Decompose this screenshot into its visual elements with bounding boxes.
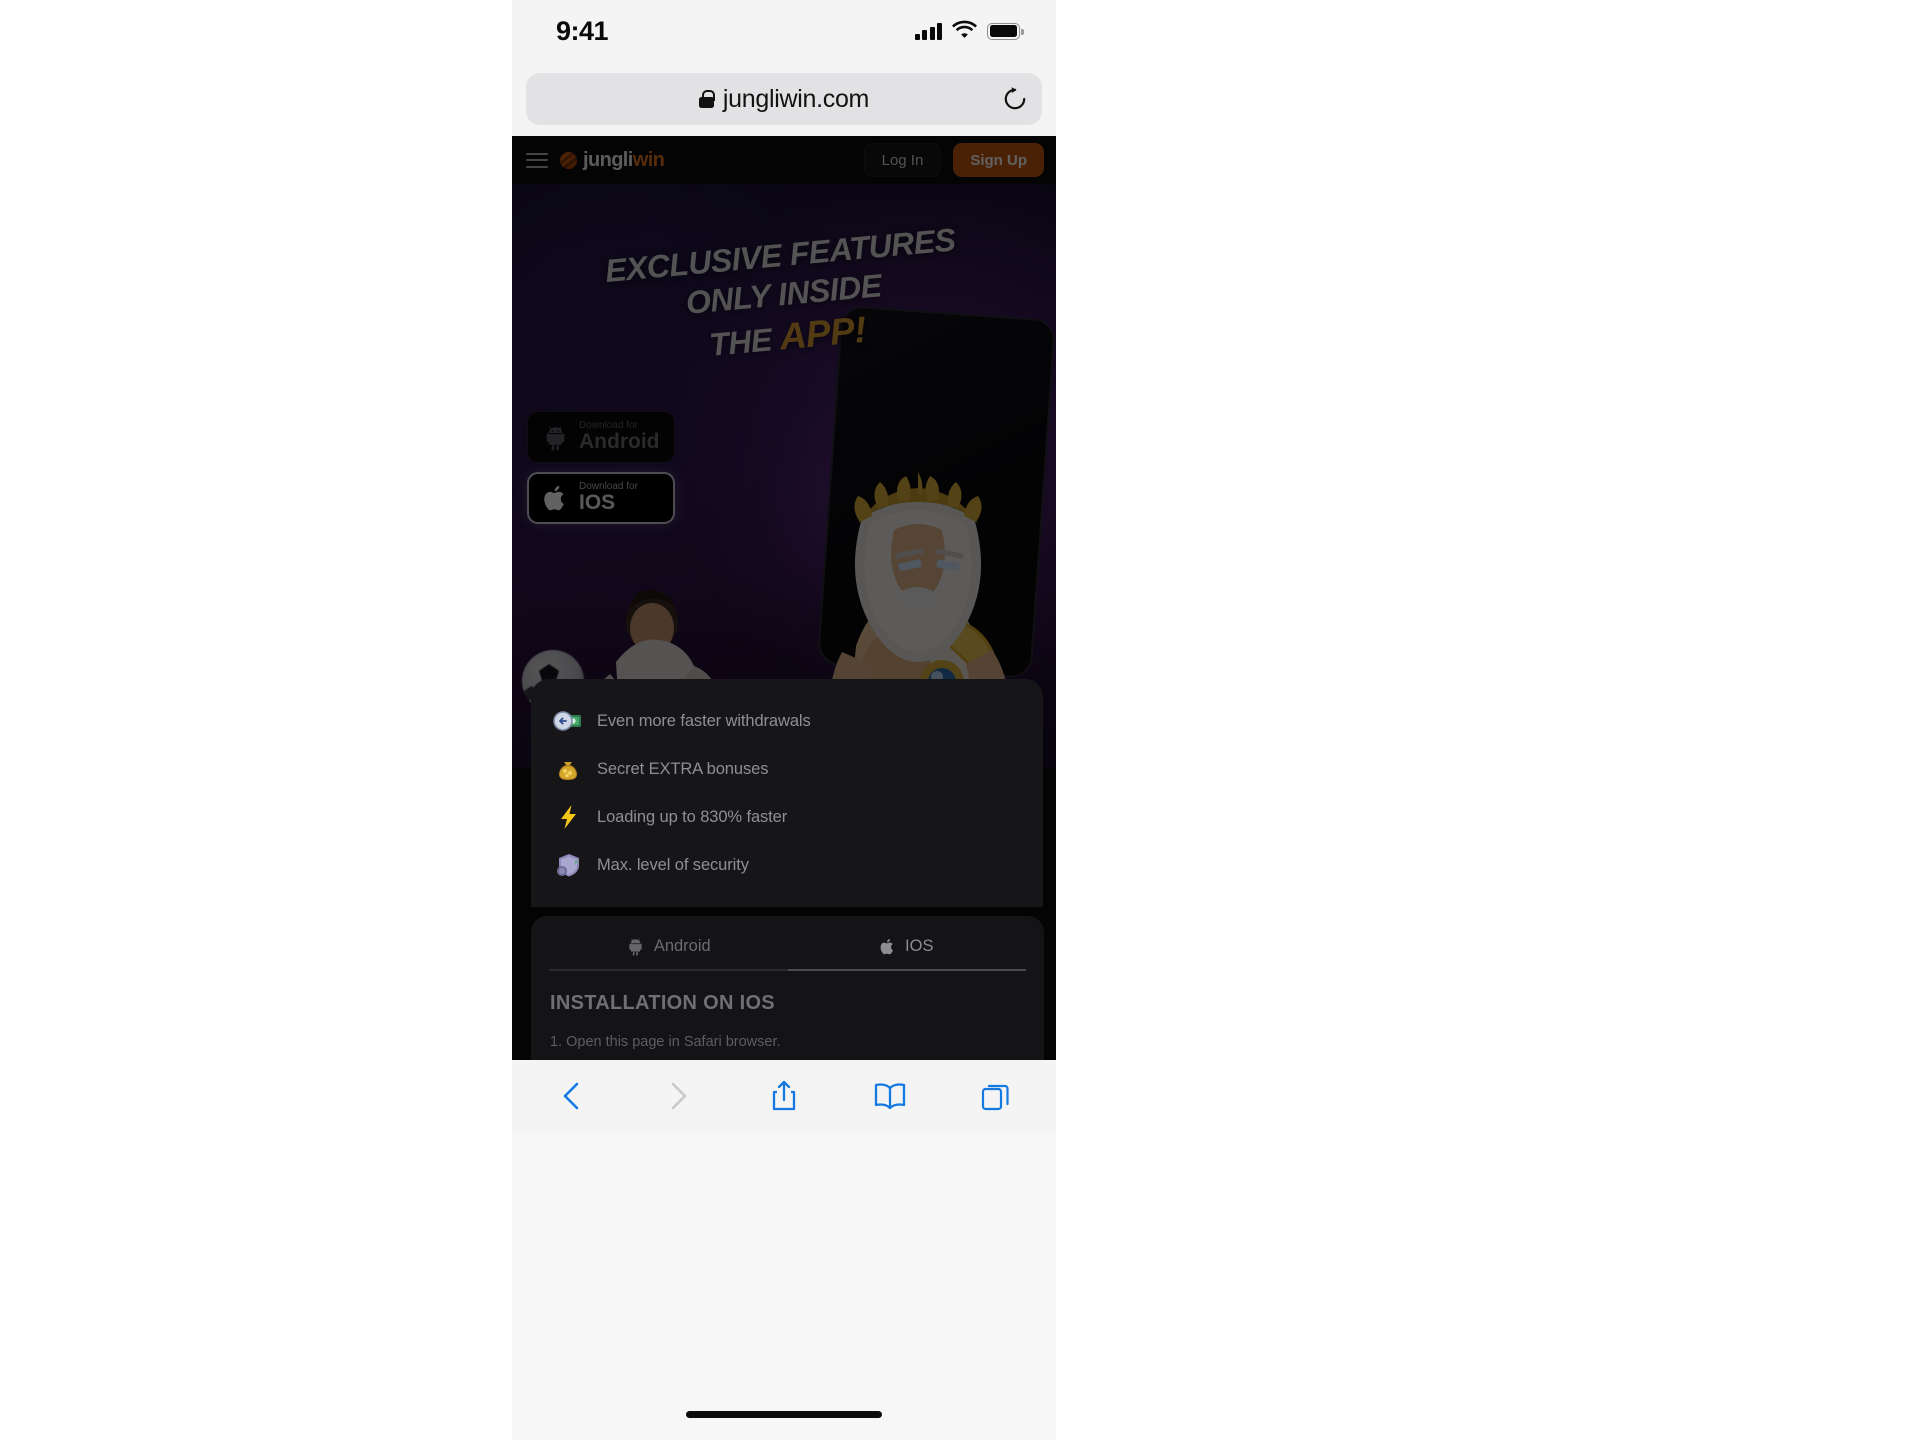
installation-card: Android IOS INSTALLATION ON IOS 1. Open … [531,916,1044,1060]
apple-icon [544,485,564,511]
brand-name-part2: win [632,148,665,171]
screenshot-canvas: 9:41 jungliwin.com jungliwin Log In Sign… [0,0,1920,1440]
browser-address-bar-container: jungliwin.com [512,62,1056,136]
cellular-signal-icon [914,22,942,40]
home-indicator [686,1411,882,1418]
installation-step-1: 1. Open this page in Safari browser. [550,1034,781,1050]
hamburger-menu-icon[interactable] [526,152,548,168]
browser-toolbar [512,1060,1056,1132]
site-header: jungliwin Log In Sign Up [512,136,1056,184]
status-bar-time: 9:41 [556,15,609,46]
feature-row: Secret EXTRA bonuses [531,745,1043,793]
bookmarks-button[interactable] [868,1074,912,1118]
site-logo[interactable]: jungliwin [560,148,665,172]
feature-row: Loading up to 830% faster [531,793,1043,841]
app-info-sheet: Even more faster withdrawals Secret EXTR… [512,679,1056,1060]
back-button[interactable] [550,1074,594,1118]
battery-icon [987,22,1024,40]
reload-button[interactable] [996,80,1034,118]
tab-ios-label: IOS [905,937,934,955]
address-bar[interactable]: jungliwin.com [526,73,1042,125]
download-android-label: Android [579,430,660,454]
bottom-safe-area [512,1132,1056,1440]
phone-screen: 9:41 jungliwin.com jungliwin Log In Sign… [512,0,1056,1440]
feature-label: Secret EXTRA bonuses [597,759,769,778]
wifi-icon [952,20,977,43]
feature-label: Max. level of security [597,855,749,874]
shield-security-icon [553,850,583,880]
lightning-bolt-icon [553,802,583,832]
lock-icon [698,90,715,108]
download-ios-button[interactable]: Download for IOS [527,472,675,524]
android-icon [546,425,565,450]
tab-android[interactable]: Android [549,930,788,971]
tab-ios[interactable]: IOS [787,930,1026,971]
feature-row: Max. level of security [531,841,1043,889]
forward-button[interactable] [656,1074,700,1118]
web-content: jungliwin Log In Sign Up EXCLUSIVE FEATU… [512,136,1056,1060]
signup-button[interactable]: Sign Up [953,143,1044,177]
money-withdrawal-icon [553,706,583,736]
money-bag-icon [553,754,583,784]
install-tabs: Android IOS [531,930,1044,971]
apple-icon [880,938,893,955]
status-bar-icons [914,20,1024,43]
download-ios-label: IOS [579,491,616,515]
installation-title: INSTALLATION ON IOS [550,992,775,1014]
login-button[interactable]: Log In [863,143,942,177]
logo-mark-icon [560,151,577,169]
feature-label: Even more faster withdrawals [597,711,811,730]
brand-name-part1: jungli [583,148,633,171]
tabs-button[interactable] [974,1074,1018,1118]
download-buttons-group: Download for Android Download for IOS [527,411,675,533]
features-card: Even more faster withdrawals Secret EXTR… [531,679,1043,907]
feature-label: Loading up to 830% faster [597,807,788,826]
hero-line-3-accent: APP! [777,308,868,358]
download-android-button[interactable]: Download for Android [527,411,675,463]
status-bar: 9:41 [512,0,1056,62]
android-icon [629,938,642,956]
address-bar-url: jungliwin.com [722,84,870,113]
share-button[interactable] [762,1074,806,1118]
feature-row: Even more faster withdrawals [531,697,1043,745]
hero-line-3-prefix: THE [707,320,782,363]
tab-android-label: Android [653,937,711,955]
